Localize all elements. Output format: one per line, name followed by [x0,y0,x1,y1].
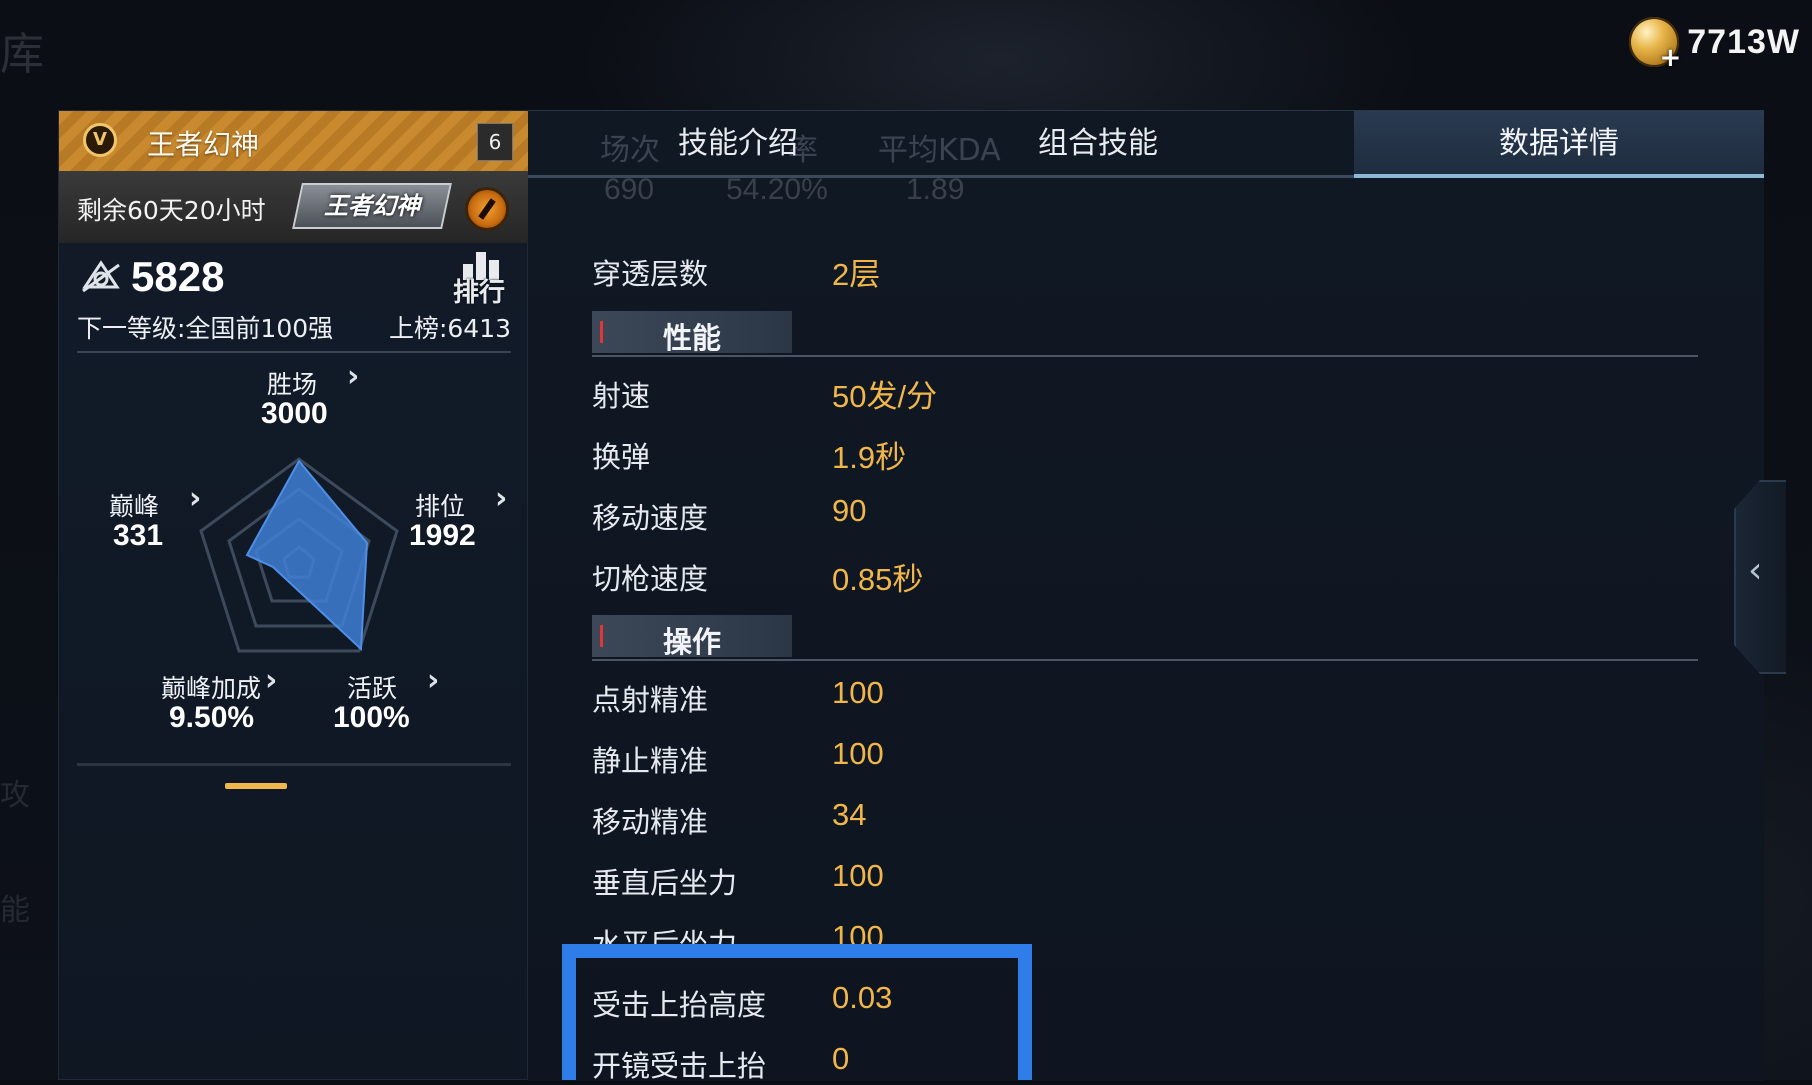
stat-ranked-value: 1992 [409,519,476,552]
detail-label: 移动精准 [592,805,709,839]
faded-value: 1.89 [906,173,965,206]
next-level-text: 下一等级:全国前100强 [77,314,334,343]
rank-level-badge: 6 [477,123,513,161]
currency-display[interactable]: 7713W [1629,14,1800,73]
detail-value: 100 [832,736,884,771]
leaderboard-label: 排行 [453,278,506,308]
leaderboard-button[interactable]: 排行 [453,246,513,310]
detail-label: 静止精准 [592,744,709,778]
tab-data-details[interactable]: 数据详情 [1354,111,1764,177]
detail-label: 垂直后坐力 [592,866,738,900]
ability-radar-chart [199,457,399,653]
section-divider [592,355,1698,357]
page-indicator [225,783,287,789]
chevron-left-icon: ‹ [1748,550,1763,591]
rank-score-icon [82,260,120,293]
rank-score: 5828 [131,253,225,300]
detail-label: 点射精准 [592,683,709,717]
rank-title-badge: 王者幻神 [292,183,452,229]
tab-bar: 技能介绍 组合技能 数据详情 [528,111,1764,178]
faded-value: 690 [604,173,655,206]
section-header-performance: 性能 [592,311,792,355]
detail-value: 50发/分 [832,379,938,414]
detail-label: 切枪速度 [592,562,709,596]
remaining-time: 剩余60天20小时 [77,196,266,225]
page-title-partial: 库 [0,29,44,80]
detail-value: 100 [832,675,884,710]
stat-peak-value: 331 [113,519,164,552]
detail-value: 1.9秒 [832,440,907,475]
detail-label: 穿透层数 [592,257,709,291]
rank-title-badge-text: 王者幻神 [324,192,420,220]
tab-active-indicator [1354,174,1764,178]
detail-value: 100 [832,858,884,893]
stat-peak-bonus-value: 9.50% [169,701,255,734]
currency-amount: 7713W [1687,22,1800,61]
stat-active-label[interactable]: 活跃 [347,669,397,705]
tab-combo-skills[interactable]: 组合技能 [928,111,1268,177]
section-title: 操作 [662,625,721,659]
detail-value: 2层 [832,257,881,292]
stat-peak-label[interactable]: 巅峰 [109,487,159,523]
rank-emblem-icon: V [83,123,117,157]
divider [77,763,511,766]
rank-subheader: 剩余60天20小时 王者幻神 [59,171,529,243]
detail-value: 0.85秒 [832,562,924,597]
faded-value: 54.20% [726,173,828,206]
compass-icon[interactable] [465,187,509,231]
gold-coin-plus-icon[interactable] [1629,17,1681,73]
section-divider [592,659,1698,661]
chevron-right-icon[interactable]: › [265,663,277,698]
side-menu-ghost: 攻 [0,778,30,813]
list-rank-text: 上榜:6413 [388,314,511,343]
detail-value: 34 [832,797,867,832]
tab-skill-intro[interactable]: 技能介绍 [588,111,888,177]
stat-ranked-label[interactable]: 排位 [415,487,465,523]
section-title: 性能 [662,321,721,355]
side-menu-ghost: 能 [0,893,30,928]
section-header-operation: 操作 [592,615,792,659]
weapon-details-panel: 场次 率 平均KDA 690 54.20% 1.89 技能介绍 组合技能 数据详… [528,110,1764,1083]
stat-peak-bonus-label[interactable]: 巅峰加成 [161,669,261,705]
stat-wins-label[interactable]: 胜场 [267,365,317,401]
stat-wins-value: 3000 [261,397,328,430]
detail-label: 移动速度 [592,501,709,535]
stat-active-value: 100% [333,701,410,734]
rank-name: 王者幻神 [147,128,260,161]
divider [77,351,511,353]
detail-label: 换弹 [592,440,651,474]
chevron-right-icon[interactable]: › [427,663,439,698]
highlight-annotation-box [562,944,1032,1080]
player-profile-panel: V 王者幻神 6 剩余60天20小时 王者幻神 5828 排行 下一等级:全国前… [58,110,529,1080]
detail-value: 90 [832,493,867,528]
chevron-right-icon[interactable]: › [495,481,507,516]
chevron-right-icon[interactable]: › [347,359,359,394]
rank-header: V 王者幻神 6 [59,111,529,171]
detail-label: 射速 [592,379,651,413]
side-expand-button[interactable]: ‹ [1734,480,1786,674]
